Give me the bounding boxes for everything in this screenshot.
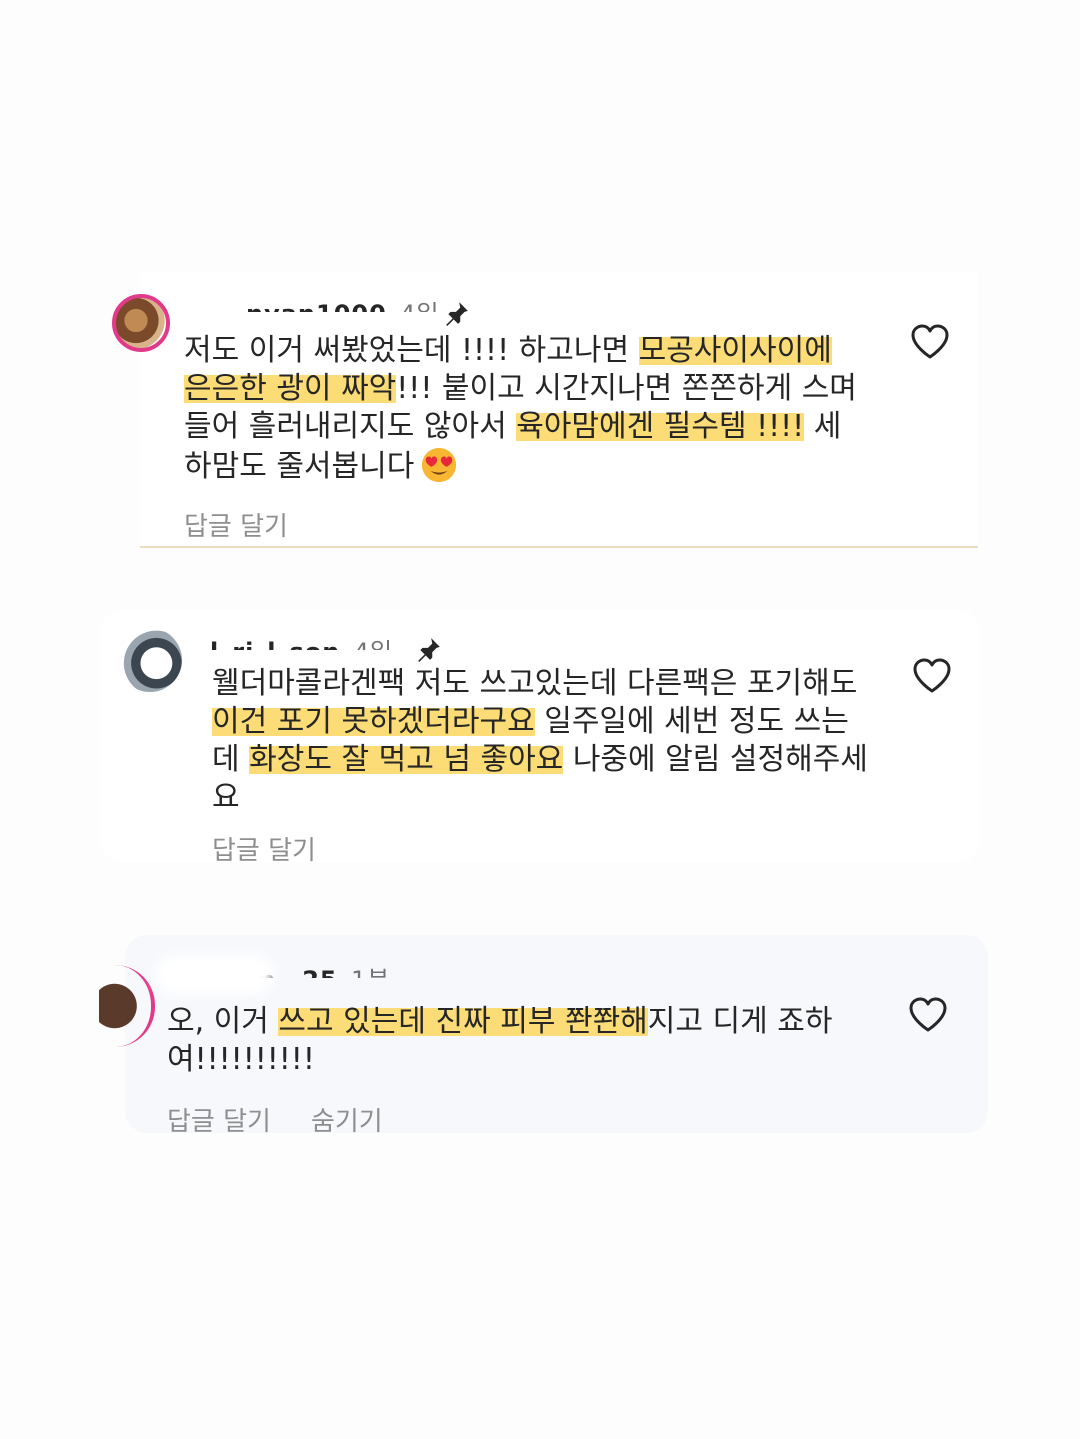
- comment-text-segment: 저도 이거 써봤었는데 !!!! 하고나면: [184, 333, 639, 368]
- comment-text-segment: 오, 이거: [167, 1004, 279, 1039]
- comment-text: 웰더마콜라겐팩 저도 쓰고있는데 다른팩은 포기해도 이건 포기 못하겠더라구요…: [212, 665, 872, 817]
- comment-meta: __nyan1000 4일: [220, 294, 440, 312]
- timestamp: 4일: [400, 300, 439, 312]
- heart-outline-icon[interactable]: [912, 658, 952, 694]
- username[interactable]: __nyan1000: [220, 300, 387, 312]
- comment-actions: 답글 달기 숨기기: [167, 1101, 383, 1138]
- comment-card-2: l_ri_l_son 4일 웰더마콜라겐팩 저도 쓰고있는데 다른팩은 포기해도…: [100, 610, 980, 866]
- highlighted-text: 쓰고 있는데 진짜 피부 쫜쫜해: [278, 1004, 648, 1039]
- smiling-face-with-heart-eyes-icon: [422, 447, 457, 483]
- comment-card-3: _i_m__25 1분 오, 이거 쓰고 있는데 진짜 피부 쫜쫜해지고 디게 …: [99, 935, 988, 1137]
- heart-outline-icon[interactable]: [910, 324, 950, 360]
- timestamp: 4일: [354, 638, 393, 650]
- blur-overlay: [155, 955, 275, 995]
- comment-text: 오, 이거 쓰고 있는데 진짜 피부 쫜쫜해지고 디게 죠하여!!!!!!!!!…: [167, 1003, 857, 1079]
- comment-text: 저도 이거 써봤었는데 !!!! 하고나면 모공사이사이에 은은한 광이 짜악!…: [184, 332, 864, 486]
- username[interactable]: l_ri_l_son: [210, 638, 340, 650]
- comment-text-segment: 웰더마콜라겐팩 저도 쓰고있는데 다른팩은 포기해도: [212, 666, 858, 701]
- highlighted-text: 화장도 잘 먹고 넘 좋아요: [249, 742, 564, 777]
- avatar[interactable]: [99, 965, 155, 1047]
- pin-icon: [418, 638, 440, 662]
- comment-actions: 답글 달기: [184, 506, 288, 543]
- comment-actions: 답글 달기: [212, 830, 316, 867]
- reply-button[interactable]: 답글 달기: [184, 512, 288, 542]
- heart-outline-icon[interactable]: [908, 997, 948, 1033]
- comment-card-1: __nyan1000 4일 저도 이거 써봤었는데 !!!! 하고나면 모공사이…: [112, 272, 978, 548]
- highlighted-text: 이건 포기 못하겠더라구요: [212, 704, 535, 739]
- timestamp: 1분: [351, 966, 390, 978]
- hide-button[interactable]: 숨기기: [311, 1107, 383, 1137]
- pin-icon: [446, 302, 468, 326]
- comment-meta: l_ri_l_son 4일: [210, 632, 393, 650]
- highlighted-text: 육아맘에겐 필수템 !!!!: [516, 409, 805, 444]
- reply-button[interactable]: 답글 달기: [167, 1107, 271, 1137]
- avatar[interactable]: [112, 294, 170, 352]
- reply-button[interactable]: 답글 달기: [212, 836, 316, 866]
- avatar[interactable]: [118, 628, 182, 692]
